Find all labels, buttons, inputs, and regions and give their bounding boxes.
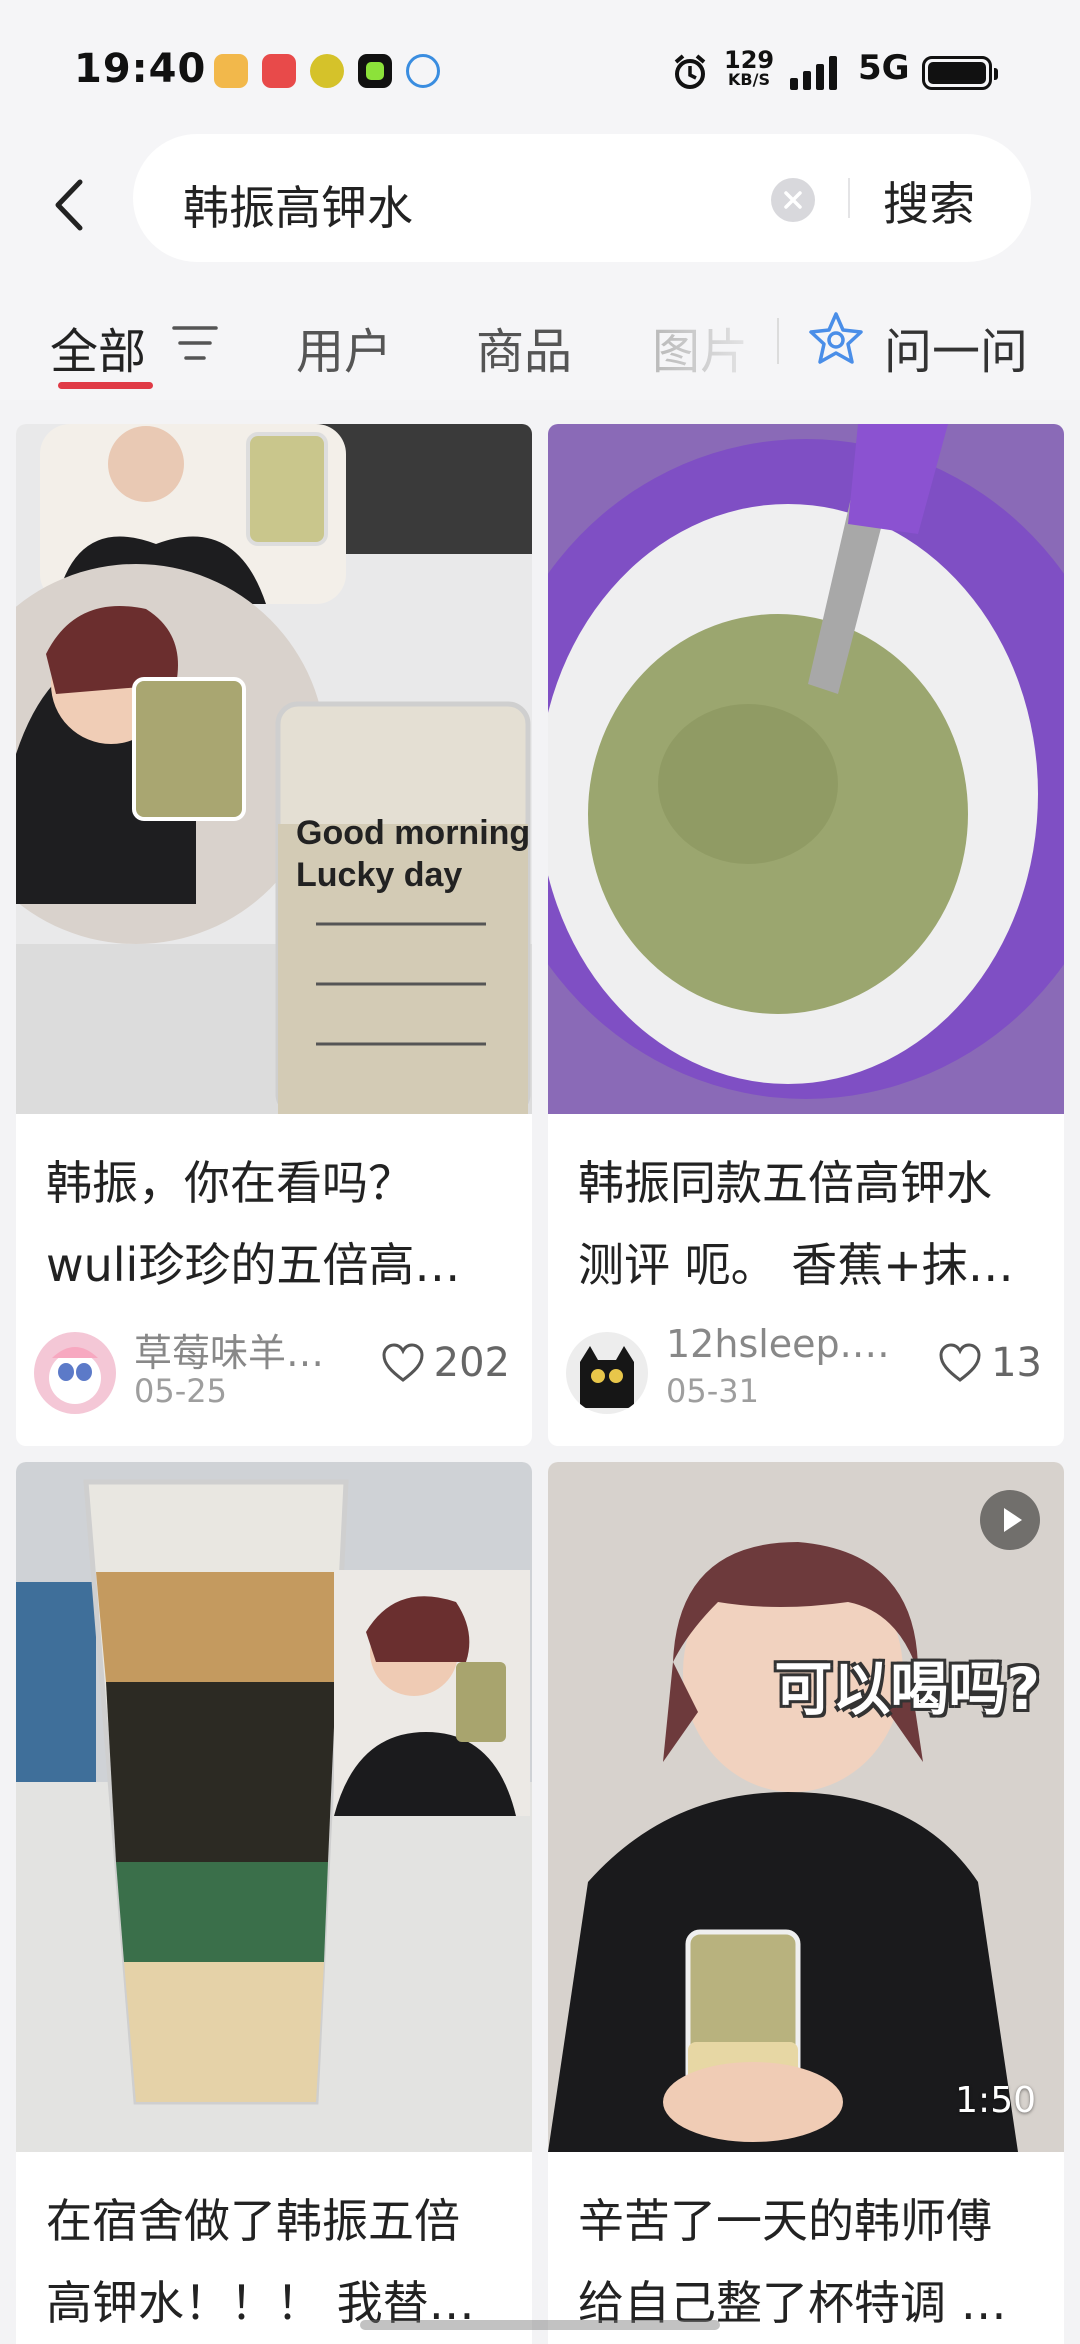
- author-avatar[interactable]: [34, 1332, 116, 1414]
- play-icon: [1004, 1508, 1022, 1532]
- net-speed: 129 KB/S: [724, 46, 775, 90]
- net-speed-unit: KB/S: [728, 70, 770, 89]
- status-time: 19:40: [74, 46, 207, 92]
- ask-sparkle-icon[interactable]: [806, 310, 866, 370]
- post-date: 05-25: [134, 1372, 227, 1410]
- post-title: 韩振同款五倍高钾水 测评 呃。 香蕉+抹…: [578, 1142, 1048, 1306]
- post-title-line-1: 在宿舍做了韩振五倍: [46, 2194, 460, 2248]
- green-app-icon: [358, 54, 392, 88]
- feed-card-3[interactable]: 在宿舍做了韩振五倍 高钾水！！！ 我替…: [16, 1462, 532, 2344]
- cover-illustration: [16, 1462, 532, 2152]
- yellow-app-icon: [310, 54, 344, 88]
- like-button[interactable]: 202: [381, 1340, 510, 1390]
- tab-users[interactable]: 用户: [296, 312, 392, 382]
- avatar-illustration: [49, 1347, 101, 1404]
- post-cover-image: [548, 424, 1064, 1114]
- feed-card-1[interactable]: Good morning Lucky day 韩振，你在看吗？ wuli珍珍的五…: [16, 424, 532, 1446]
- video-overlay-text: 可以喝吗?: [774, 1655, 1040, 1723]
- home-indicator[interactable]: [360, 2320, 720, 2330]
- post-title-line-2: 测评 呃。 香蕉+抹…: [578, 1238, 1014, 1292]
- author-avatar[interactable]: [566, 1332, 648, 1414]
- cup-text-1: Good morning: [296, 814, 530, 852]
- battery-icon: [922, 56, 998, 90]
- like-button[interactable]: 13: [938, 1340, 1042, 1390]
- play-video-button[interactable]: [980, 1490, 1040, 1550]
- back-button[interactable]: [40, 170, 100, 240]
- search-query: 韩振高钾水: [183, 181, 413, 235]
- feed-card-4[interactable]: 可以喝吗? 1:50 辛苦了一天的韩师傅 给自己整了杯特调 …: [548, 1462, 1064, 2344]
- clear-search-button[interactable]: [771, 178, 815, 222]
- cup-text-2: Lucky day: [296, 856, 462, 894]
- author-name[interactable]: 草莓味羊…: [134, 1322, 324, 1377]
- cover-illustration: [548, 424, 1064, 1114]
- tab-ask[interactable]: 问一问: [884, 312, 1028, 382]
- post-title-line-2: wuli珍珍的五倍高…: [46, 1238, 461, 1292]
- tab-separator: [777, 318, 779, 364]
- alarm-icon: [674, 54, 706, 89]
- filter-tabs: 全部 用户 商品 图片 问一问: [0, 270, 1080, 400]
- search-divider: [848, 178, 850, 218]
- search-input[interactable]: 韩振高钾水 搜索: [133, 134, 1031, 262]
- post-cover-image: [16, 1462, 532, 2152]
- search-button[interactable]: 搜索: [883, 168, 975, 234]
- feed-card-2[interactable]: 韩振同款五倍高钾水 测评 呃。 香蕉+抹… 12hsleep.… 05-31 1…: [548, 424, 1064, 1446]
- music-app-icon: [262, 54, 296, 88]
- heart-icon: [382, 1343, 424, 1382]
- avatar-illustration: [580, 1346, 634, 1408]
- like-count: 13: [991, 1340, 1042, 1386]
- post-title-line-2: 给自己整了杯特调 …: [578, 2276, 1007, 2330]
- post-title-line-1: 韩振同款五倍高钾水: [578, 1156, 992, 1210]
- cover-illustration: [548, 1462, 1064, 2152]
- status-bar: 19:40 129 KB/S 5G: [0, 0, 1080, 130]
- close-icon: [784, 191, 802, 209]
- signal-icon: [790, 56, 837, 90]
- tab-all[interactable]: 全部: [50, 312, 146, 382]
- search-header: 韩振高钾水 搜索: [0, 130, 1080, 270]
- tab-scroll-fade: [660, 290, 780, 380]
- cover-illustration: Good morning Lucky day: [16, 424, 532, 1114]
- filter-icon[interactable]: [172, 324, 218, 362]
- active-tab-indicator: [58, 382, 153, 389]
- post-date: 05-31: [666, 1372, 759, 1410]
- post-cover-video: 可以喝吗?: [548, 1462, 1064, 2152]
- post-title-line-1: 辛苦了一天的韩师傅: [578, 2194, 992, 2248]
- post-title-line-1: 韩振，你在看吗？: [46, 1156, 414, 1210]
- post-title: 韩振，你在看吗？ wuli珍珍的五倍高…: [46, 1142, 516, 1306]
- tab-products[interactable]: 商品: [476, 312, 572, 382]
- post-title-line-2: 高钾水！！！ 我替…: [46, 2276, 475, 2330]
- video-duration: 1:50: [955, 2080, 1036, 2121]
- network-type: 5G: [858, 48, 910, 88]
- like-count: 202: [433, 1340, 510, 1386]
- author-name[interactable]: 12hsleep.…: [666, 1322, 890, 1366]
- net-speed-value: 129: [724, 46, 775, 74]
- heart-icon: [939, 1343, 981, 1382]
- weibo-app-icon: [214, 54, 248, 88]
- post-cover-image: Good morning Lucky day: [16, 424, 532, 1114]
- cloud-app-icon: [406, 54, 440, 88]
